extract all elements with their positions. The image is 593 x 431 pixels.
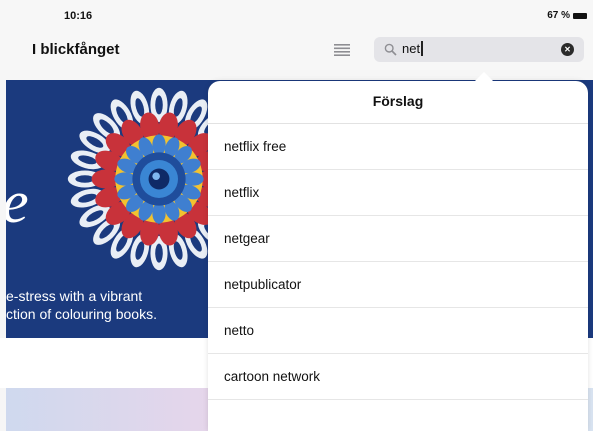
- app-screen: 10:16 67 % I blickfånget net ✕ e e-stres…: [0, 0, 593, 431]
- nav-bar: I blickfånget net ✕: [0, 30, 593, 70]
- search-icon: [384, 43, 397, 56]
- status-time: 10:16: [64, 10, 93, 22]
- battery-percent: 67 %: [547, 10, 570, 21]
- page-title: I blickfånget: [32, 41, 120, 58]
- popover-header: Förslag: [208, 81, 588, 124]
- suggestion-list: netflix free netflix netgear netpublicat…: [208, 124, 588, 400]
- battery-icon: [573, 12, 587, 19]
- suggestions-popover: Förslag netflix free netflix netgear net…: [208, 81, 588, 431]
- suggestion-item[interactable]: cartoon network: [208, 354, 588, 400]
- search-input[interactable]: net: [402, 41, 424, 56]
- list-icon[interactable]: [334, 44, 350, 56]
- search-input-value: net: [402, 41, 421, 56]
- popover-title: Förslag: [372, 93, 424, 109]
- banner-caption-line-2: ction of colouring books.: [6, 306, 157, 322]
- clear-icon[interactable]: ✕: [561, 43, 574, 56]
- suggestion-item[interactable]: netgear: [208, 216, 588, 262]
- text-caret: [421, 41, 424, 56]
- banner-headline-fragment: e: [6, 168, 29, 237]
- battery-indicator: 67 %: [547, 10, 587, 21]
- search-field[interactable]: net ✕: [374, 37, 584, 62]
- banner-caption-line-1: e-stress with a vibrant: [6, 288, 143, 304]
- suggestion-item[interactable]: netpublicator: [208, 262, 588, 308]
- suggestion-item[interactable]: netflix: [208, 170, 588, 216]
- status-bar: 10:16 67 %: [0, 0, 593, 30]
- popover-arrow: [474, 72, 494, 82]
- suggestion-item[interactable]: netflix free: [208, 124, 588, 170]
- suggestion-item[interactable]: netto: [208, 308, 588, 354]
